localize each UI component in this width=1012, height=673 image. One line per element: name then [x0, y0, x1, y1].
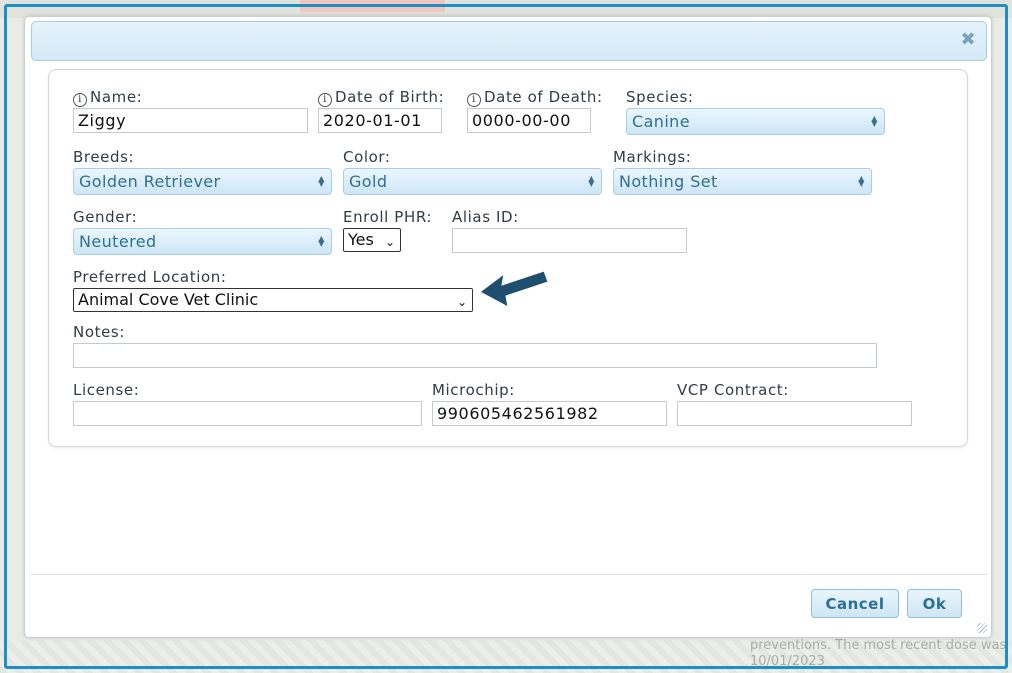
vcp-contract-label: VCP Contract:: [677, 381, 789, 399]
name-label: i Name:: [73, 88, 142, 107]
species-label: Species:: [626, 88, 694, 106]
breeds-label: Breeds:: [73, 148, 135, 166]
info-icon[interactable]: i: [73, 93, 87, 107]
color-select[interactable]: Gold ▲ ▼: [343, 168, 602, 195]
select-arrows-icon: ▲ ▼: [588, 174, 595, 188]
enroll-phr-label: Enroll PHR:: [343, 208, 433, 226]
cancel-button[interactable]: Cancel: [811, 589, 899, 618]
microchip-label: Microchip:: [432, 381, 515, 399]
background-text: preventions. The most recent dose was 10…: [750, 638, 1007, 669]
dod-field[interactable]: 0000-00-00: [467, 108, 591, 133]
microchip-field[interactable]: 990605462561982: [432, 401, 667, 426]
alias-id-label: Alias ID:: [452, 208, 519, 226]
preferred-location-label: Preferred Location:: [73, 268, 227, 286]
gender-select[interactable]: Neutered ▲ ▼: [73, 228, 332, 255]
gender-label: Gender:: [73, 208, 138, 226]
select-arrows-icon: ▲ ▼: [871, 114, 878, 128]
resize-grip[interactable]: [977, 623, 987, 633]
markings-select[interactable]: Nothing Set ▲ ▼: [613, 168, 872, 195]
dialog-titlebar: ✖: [31, 21, 987, 61]
select-arrows-icon: ▲ ▼: [858, 174, 865, 188]
license-label: License:: [73, 381, 140, 399]
markings-value: Nothing Set: [619, 172, 718, 191]
preferred-location-select[interactable]: Animal Cove Vet Clinic ⌄: [73, 288, 473, 312]
color-label: Color:: [343, 148, 391, 166]
species-select[interactable]: Canine ▲ ▼: [626, 108, 885, 135]
chevron-down-icon: ⌄: [456, 295, 467, 309]
notes-field[interactable]: [73, 343, 877, 368]
breeds-select[interactable]: Golden Retriever ▲ ▼: [73, 168, 332, 195]
chevron-down-icon: ⌄: [384, 235, 395, 249]
dob-field[interactable]: 2020-01-01: [318, 108, 442, 133]
annotation-arrow-icon: [479, 270, 549, 308]
species-value: Canine: [632, 112, 690, 131]
color-value: Gold: [349, 172, 388, 191]
preferred-location-value: Animal Cove Vet Clinic: [78, 290, 259, 309]
markings-label: Markings:: [613, 148, 692, 166]
breeds-value: Golden Retriever: [79, 172, 221, 191]
info-icon[interactable]: i: [318, 93, 332, 107]
info-icon[interactable]: i: [467, 93, 481, 107]
footer-divider: [31, 574, 987, 575]
gender-value: Neutered: [79, 232, 157, 251]
dod-label: i Date of Death:: [467, 88, 603, 107]
alias-id-field[interactable]: [452, 228, 687, 253]
dob-label: i Date of Birth:: [318, 88, 444, 107]
license-field[interactable]: [73, 401, 422, 426]
enroll-phr-select[interactable]: Yes ⌄: [343, 228, 401, 252]
select-arrows-icon: ▲ ▼: [318, 234, 325, 248]
name-field[interactable]: Ziggy: [73, 108, 308, 133]
enroll-phr-value: Yes: [348, 230, 374, 249]
ok-button[interactable]: Ok: [907, 589, 962, 618]
close-icon[interactable]: ✖: [960, 31, 976, 49]
notes-label: Notes:: [73, 323, 125, 341]
select-arrows-icon: ▲ ▼: [318, 174, 325, 188]
background-highlight: [300, 0, 445, 12]
vcp-contract-field[interactable]: [677, 401, 912, 426]
